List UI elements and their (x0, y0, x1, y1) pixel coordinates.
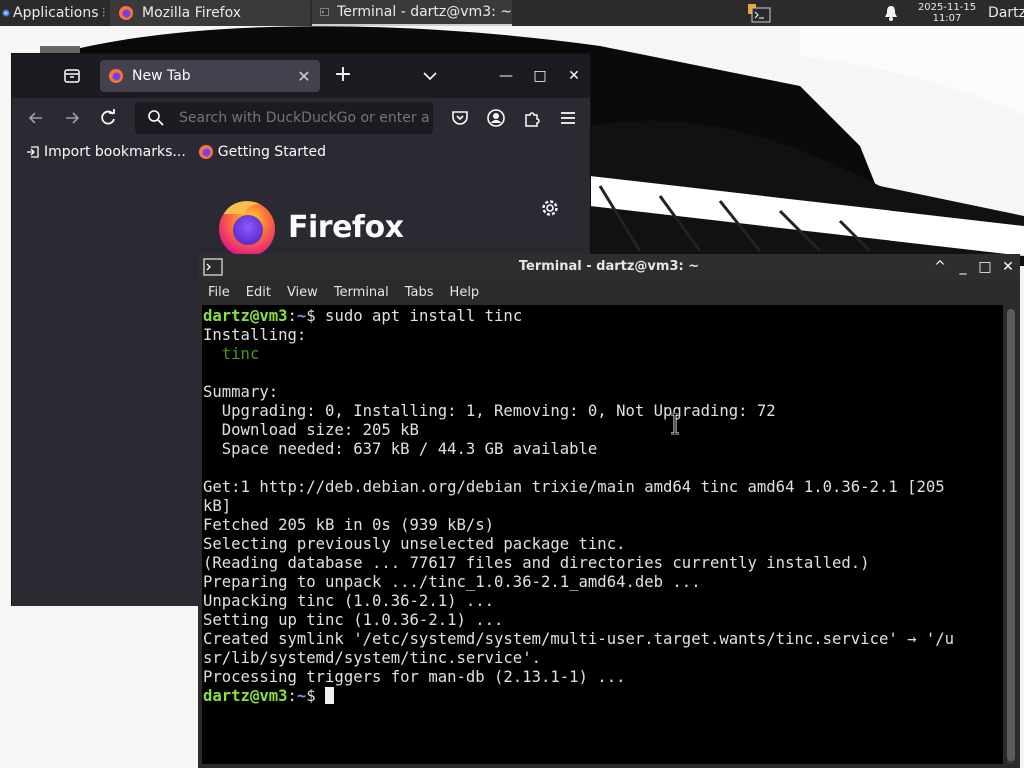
terminal-text: dartz@vm3:~$ sudo apt install tinc Insta… (202, 305, 1003, 706)
firefox-icon (119, 6, 133, 20)
terminal-scrollbar[interactable] (1007, 309, 1015, 764)
menu-view[interactable]: View (279, 285, 326, 300)
hamburger-menu-icon[interactable] (558, 108, 578, 128)
firefox-wordmark: Firefox (288, 210, 404, 245)
url-input[interactable] (179, 110, 429, 126)
output-line: Fetched 205 kB in 0s (939 kB/s) (203, 516, 495, 534)
scrollbar-thumb[interactable] (1007, 309, 1015, 761)
terminal-menubar: File Edit View Terminal Tabs Help (198, 280, 1020, 305)
panel-separator-icon: ⁝ (101, 5, 106, 21)
taskbar-item-label: Mozilla Firefox (142, 5, 242, 21)
user-menu-button[interactable]: Dartz (982, 0, 1024, 26)
terminal-output[interactable]: dartz@vm3:~$ sudo apt install tinc Insta… (202, 305, 1003, 764)
applications-menu-button[interactable]: Applications ⁝ (0, 0, 106, 26)
bookmark-getting-started[interactable]: Getting Started (192, 144, 332, 160)
bookmarks-toolbar: Import bookmarks... Getting Started (12, 138, 590, 166)
extensions-icon[interactable] (522, 108, 542, 128)
firefox-icon (109, 69, 123, 83)
output-line: Created symlink '/etc/systemd/system/mul… (203, 630, 955, 648)
prompt-path: ~ (296, 687, 307, 705)
minimize-icon[interactable]: — (496, 66, 516, 86)
window-title: Terminal - dartz@vm3: ~ (518, 259, 700, 274)
bookmark-label: Getting Started (217, 144, 327, 160)
bell-icon (885, 6, 897, 21)
minimize-icon[interactable]: _ (954, 258, 972, 276)
firefox-logo-icon (219, 201, 275, 257)
menu-tabs[interactable]: Tabs (397, 285, 442, 300)
reload-icon[interactable] (98, 108, 118, 128)
clock-date: 2025-11-15 (917, 2, 977, 13)
forward-arrow-icon[interactable] (62, 108, 82, 128)
import-icon (27, 146, 39, 158)
shade-icon[interactable]: ^ (931, 258, 949, 276)
taskbar-item-firefox[interactable]: Mozilla Firefox (110, 0, 310, 26)
prompt-symbol: $ (306, 687, 316, 705)
applications-label: Applications (13, 5, 99, 21)
terminal-window: Terminal - dartz@vm3: ~ ^ _ □ ✕ File Edi… (198, 254, 1020, 768)
firefox-tabbar: New Tab ✕ + — □ ✕ (12, 54, 590, 98)
output-line: sr/lib/systemd/system/tinc.service'. (203, 649, 541, 667)
back-arrow-icon[interactable] (26, 108, 46, 128)
chevron-down-icon[interactable] (420, 66, 440, 86)
output-line: Processing triggers for man-db (2.13.1-1… (203, 668, 626, 686)
output-line: Summary: (203, 383, 279, 401)
output-line: Setting up tinc (1.0.36-2.1) ... (203, 611, 504, 629)
firefox-icon (198, 145, 213, 159)
ibeam-cursor-icon (671, 413, 679, 435)
close-icon[interactable]: ✕ (999, 258, 1017, 276)
command-text: sudo apt install tinc (315, 307, 523, 325)
output-line: Unpacking tinc (1.0.36-2.1) ... (203, 592, 495, 610)
menu-file[interactable]: File (200, 285, 238, 300)
account-icon[interactable] (486, 108, 506, 128)
tab-new-tab[interactable]: New Tab ✕ (100, 60, 320, 92)
output-line: Download size: 205 kB (203, 421, 419, 439)
output-line: (Reading database ... 77617 files and di… (203, 554, 870, 572)
gear-icon[interactable] (540, 198, 560, 218)
bookmark-import[interactable]: Import bookmarks... (20, 144, 192, 160)
taskbar-item-label: Terminal - dartz@vm3: ~ (337, 4, 512, 20)
panel-clock[interactable]: 2025-11-15 11:07 (912, 0, 982, 26)
maximize-icon[interactable]: □ (976, 258, 994, 276)
notifications-button[interactable] (878, 0, 904, 26)
output-line: Selecting previously unselected package … (203, 535, 626, 553)
output-line: Installing: (203, 326, 307, 344)
prompt-user: dartz@vm3 (203, 687, 288, 705)
top-panel: Applications ⁝ Mozilla Firefox Terminal … (0, 0, 1024, 26)
clock-time: 11:07 (932, 13, 962, 24)
firefox-view-icon[interactable] (62, 66, 82, 86)
terminal-icon (320, 8, 329, 16)
prompt-path: ~ (296, 307, 307, 325)
firefox-navbar (12, 98, 590, 138)
tray-terminal-launcher[interactable] (744, 0, 774, 26)
output-line: kB] (203, 497, 232, 515)
output-line: Space needed: 637 kB / 44.3 GB available (203, 440, 598, 458)
text-cursor (325, 687, 335, 704)
menu-terminal[interactable]: Terminal (326, 285, 397, 300)
xfce-logo-icon (2, 9, 10, 17)
menu-edit[interactable]: Edit (238, 285, 279, 300)
tab-title: New Tab (132, 68, 191, 84)
prompt-user: dartz@vm3 (203, 307, 288, 325)
prompt-separator: : (287, 687, 297, 705)
output-line: Preparing to unpack .../tinc_1.0.36-2.1_… (203, 573, 701, 591)
bookmark-label: Import bookmarks... (44, 144, 186, 160)
prompt-symbol: $ (306, 307, 316, 325)
terminal-titlebar[interactable]: Terminal - dartz@vm3: ~ ^ _ □ ✕ (198, 254, 1020, 280)
output-line: Get:1 http://deb.debian.org/debian trixi… (203, 478, 945, 496)
close-icon[interactable]: ✕ (564, 66, 584, 86)
taskbar-item-terminal[interactable]: Terminal - dartz@vm3: ~ (312, 0, 512, 26)
search-icon (148, 110, 164, 126)
pocket-icon[interactable] (450, 108, 470, 128)
maximize-icon[interactable]: □ (530, 66, 550, 86)
menu-help[interactable]: Help (442, 285, 488, 300)
prompt-separator: : (287, 307, 297, 325)
url-bar[interactable] (135, 102, 433, 134)
close-tab-icon[interactable]: ✕ (294, 67, 314, 86)
output-line: Upgrading: 0, Installing: 1, Removing: 0… (203, 402, 776, 420)
new-tab-icon[interactable]: + (332, 64, 354, 86)
terminal-launcher-icon (748, 4, 771, 23)
package-name: tinc (203, 345, 260, 363)
